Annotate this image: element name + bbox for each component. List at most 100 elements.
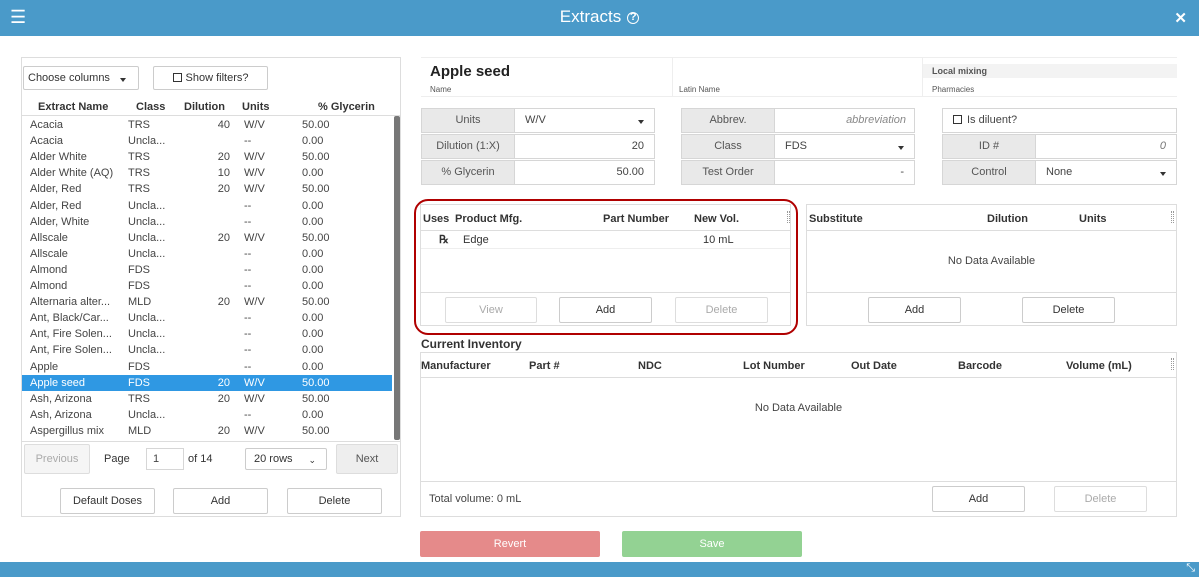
footer-bar: ⤡	[0, 562, 1199, 577]
inventory-add-button[interactable]: Add	[932, 486, 1025, 512]
abbrev-input[interactable]: abbreviation	[774, 108, 915, 133]
checkbox-icon[interactable]	[953, 115, 962, 124]
cell-units: W/V	[244, 296, 265, 309]
name-cell: Apple seed Name	[421, 58, 673, 96]
table-row[interactable]: Acacia Uncla... -- 0.00	[22, 133, 392, 149]
col-glycerin[interactable]: % Glycerin	[318, 101, 375, 113]
col-ndc: NDC	[638, 360, 662, 372]
cell-dilution: 20	[217, 151, 230, 164]
table-row[interactable]: Aspergillus mix MLD 20 W/V 50.00	[22, 423, 392, 439]
table-row[interactable]: Apple FDS -- 0.00	[22, 359, 392, 375]
checkbox-icon[interactable]	[172, 73, 182, 82]
cell-glycerin: 0.00	[302, 360, 324, 373]
cell-name: Ant, Fire Solen...	[30, 344, 112, 357]
control-select[interactable]: None	[1035, 160, 1177, 185]
cell-units: W/V	[244, 183, 265, 196]
cell-class: TRS	[128, 183, 150, 196]
table-row[interactable]: Alder White TRS 20 W/V 50.00	[22, 149, 392, 165]
resize-icon[interactable]: ⤡	[1186, 562, 1195, 575]
cell-units: --	[244, 344, 252, 357]
cell-units: --	[244, 408, 252, 421]
table-row[interactable]: Apple seed FDS 20 W/V 50.00	[22, 374, 392, 391]
page-label: Page	[104, 453, 130, 465]
table-row[interactable]: Almond FDS -- 0.00	[22, 262, 392, 278]
rows-per-page-select[interactable]: 20 rows ⌄	[245, 448, 327, 470]
table-row[interactable]: Alder White (AQ) TRS 10 W/V 0.00	[22, 165, 392, 181]
col-extract-name[interactable]: Extract Name	[38, 101, 108, 113]
help-icon[interactable]: ?	[627, 11, 640, 24]
column-resize-handle[interactable]	[1171, 211, 1174, 223]
substitute-empty: No Data Available	[947, 255, 1036, 267]
show-filters-toggle[interactable]: Show filters?	[153, 66, 268, 90]
close-icon[interactable]: ✕	[1174, 9, 1187, 27]
cell-glycerin: 50.00	[302, 376, 330, 389]
table-row[interactable]: Alder, White Uncla... -- 0.00	[22, 214, 392, 230]
column-resize-handle[interactable]	[1171, 358, 1174, 370]
test-order-input[interactable]: -	[774, 160, 915, 185]
cell-name: Alder White (AQ)	[30, 167, 114, 180]
cell-class: FDS	[128, 280, 150, 292]
glycerin-input[interactable]: 50.00	[514, 160, 655, 185]
left-add-button[interactable]: Add	[173, 488, 268, 514]
table-row[interactable]: Alder, Red Uncla... -- 0.00	[22, 198, 392, 214]
cell-units: W/V	[244, 392, 265, 405]
table-row[interactable]: Ant, Fire Solen... Uncla... -- 0.00	[22, 326, 392, 342]
inventory-delete-button[interactable]: Delete	[1054, 486, 1147, 512]
page-input[interactable]: 1	[146, 448, 184, 470]
col-lot-number: Lot Number	[743, 360, 805, 372]
cell-name: Ash, Arizona	[30, 408, 92, 421]
cell-units: W/V	[244, 424, 265, 437]
choose-columns-dropdown[interactable]: Choose columns	[23, 66, 139, 90]
id-label: ID #	[942, 134, 1036, 159]
latin-name-label: Latin Name	[679, 85, 720, 94]
next-button[interactable]: Next	[336, 444, 398, 474]
left-delete-button[interactable]: Delete	[287, 488, 382, 514]
substitute-delete-button[interactable]: Delete	[1022, 297, 1115, 323]
class-select[interactable]: FDS	[774, 134, 915, 159]
cell-name: Alder, White	[30, 215, 90, 228]
cell-units: W/V	[244, 376, 265, 389]
cell-glycerin: 0.00	[302, 263, 324, 276]
cell-units: --	[244, 135, 252, 148]
cell-glycerin: 50.00	[302, 231, 330, 244]
cell-glycerin: 50.00	[302, 151, 330, 164]
table-row[interactable]: Alternaria alter... MLD 20 W/V 50.00	[22, 294, 392, 310]
table-row[interactable]: Ant, Fire Solen... Uncla... -- 0.00	[22, 342, 392, 358]
default-doses-button[interactable]: Default Doses	[60, 488, 155, 514]
table-row[interactable]: Allscale Uncla... -- 0.00	[22, 246, 392, 262]
col-units[interactable]: Units	[242, 101, 270, 113]
table-row[interactable]: Alder, Red TRS 20 W/V 50.00	[22, 181, 392, 197]
cell-class: MLD	[128, 296, 152, 309]
col-class[interactable]: Class	[136, 101, 165, 113]
cell-name: Alder, Red	[30, 183, 82, 196]
table-row[interactable]: Allscale Uncla... 20 W/V 50.00	[22, 230, 392, 246]
save-button[interactable]: Save	[622, 531, 802, 557]
abbrev-label: Abbrev.	[681, 108, 775, 133]
col-barcode: Barcode	[958, 360, 1003, 372]
cell-name: Apple seed	[30, 376, 86, 389]
cell-dilution: 10	[217, 167, 230, 180]
cell-dilution: 20	[217, 296, 230, 309]
extract-table-scrollbar[interactable]	[394, 116, 400, 440]
previous-button[interactable]: Previous	[24, 444, 90, 474]
table-row[interactable]: Almond FDS -- 0.00	[22, 278, 392, 294]
cell-units: --	[244, 328, 252, 341]
cell-name: Almond	[30, 280, 68, 292]
table-row[interactable]: Acacia TRS 40 W/V 50.00	[22, 117, 392, 133]
units-select[interactable]: W/V	[514, 108, 655, 133]
table-row[interactable]: Ash, Arizona Uncla... -- 0.00	[22, 407, 392, 423]
cell-class: Uncla...	[128, 135, 166, 148]
cell-glycerin: 0.00	[302, 135, 324, 148]
cell-glycerin: 0.00	[302, 344, 324, 357]
cell-class: Uncla...	[128, 199, 166, 212]
substitute-add-button[interactable]: Add	[868, 297, 961, 323]
caret-down-icon	[638, 120, 644, 124]
table-row[interactable]: Ant, Black/Car... Uncla... -- 0.00	[22, 310, 392, 326]
is-diluent-checkbox[interactable]: Is diluent?	[942, 108, 1177, 133]
revert-button[interactable]: Revert	[420, 531, 600, 557]
id-input[interactable]: 0	[1035, 134, 1177, 159]
dilution-input[interactable]: 20	[514, 134, 655, 159]
cell-glycerin: 0.00	[302, 312, 324, 325]
col-dilution[interactable]: Dilution	[184, 101, 225, 113]
table-row[interactable]: Ash, Arizona TRS 20 W/V 50.00	[22, 391, 392, 407]
